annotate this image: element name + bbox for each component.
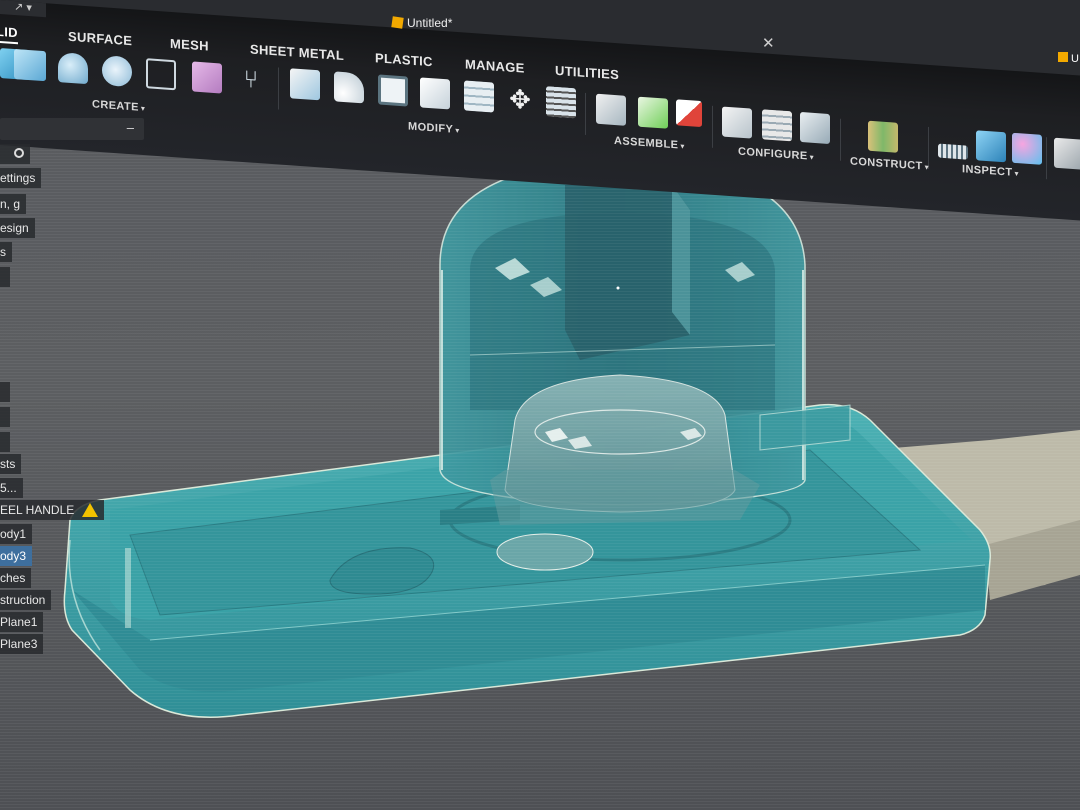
browser-item-views[interactable]: s (0, 242, 12, 262)
pattern-icon[interactable]: ⑂ (236, 65, 266, 97)
group-modify[interactable]: MODIFY ▾ (408, 121, 460, 137)
configuration-table-icon[interactable] (762, 109, 792, 142)
browser-item-collapsed[interactable] (0, 267, 10, 287)
revolve-icon[interactable] (58, 52, 88, 85)
radio-icon (14, 148, 24, 158)
browser-item-plane1[interactable]: Plane1 (0, 612, 44, 632)
tab-sheet-metal[interactable]: SHEET METAL (250, 41, 344, 63)
box-select-icon[interactable] (146, 58, 176, 91)
collapse-icon[interactable]: – (127, 120, 134, 135)
browser-item-component[interactable]: 5... (0, 478, 23, 498)
measure-icon[interactable] (938, 143, 968, 160)
move-icon[interactable]: ✥ (505, 83, 535, 116)
group-construct[interactable]: CONSTRUCT ▾ (850, 155, 929, 173)
fillet-icon[interactable] (334, 71, 364, 104)
configuration-rule-icon[interactable] (800, 111, 830, 145)
sphere-icon[interactable] (102, 55, 132, 88)
parameters-icon[interactable] (546, 86, 576, 119)
browser-item-sketches[interactable]: ches (0, 568, 32, 588)
browser-item-wheel-handle[interactable]: EEL HANDLE (0, 500, 105, 520)
browser-item-design[interactable]: esign (0, 218, 35, 238)
second-document-tab[interactable]: U (1058, 52, 1080, 70)
share-button[interactable]: ↗ ▾ (0, 0, 46, 18)
toolbar-divider (712, 105, 713, 148)
browser-item-body1[interactable]: ody1 (0, 524, 33, 544)
browser-panel: – ettings n, g esign s sts 5... EEL HAND… (0, 112, 150, 672)
browser-item-construction[interactable]: struction (0, 590, 52, 610)
configure-icon[interactable] (722, 106, 752, 139)
tab-plastic[interactable]: PLASTIC (375, 50, 433, 69)
new-component-icon[interactable] (14, 48, 46, 82)
offset-plane-icon[interactable] (868, 120, 898, 153)
toolbar-divider (585, 92, 586, 135)
group-inspect[interactable]: INSPECT ▾ (962, 163, 1019, 179)
browser-item-collapsed[interactable] (0, 407, 10, 427)
tab-manage[interactable]: MANAGE (465, 57, 525, 76)
tab-solid[interactable]: LID (0, 23, 18, 45)
document-tab[interactable]: Untitled* (391, 16, 452, 30)
browser-header: – (0, 118, 144, 140)
toolbar-divider (840, 118, 841, 161)
browser-item-collapsed[interactable] (0, 382, 10, 402)
tab-utilities[interactable]: UTILITIES (555, 63, 619, 82)
toolbar-divider (278, 67, 279, 110)
visibility-toggle[interactable] (0, 144, 30, 164)
combine-icon[interactable] (420, 77, 450, 110)
browser-item-settings[interactable]: ettings (0, 168, 42, 188)
new-component-assemble-icon[interactable] (596, 93, 626, 126)
browser-item-body3[interactable]: ody3 (0, 546, 33, 566)
group-configure[interactable]: CONFIGURE ▾ (738, 146, 814, 163)
press-pull-icon[interactable] (290, 68, 320, 101)
joint-icon[interactable] (638, 96, 668, 129)
document-icon (1058, 52, 1068, 62)
group-assemble[interactable]: ASSEMBLE ▾ (614, 135, 685, 152)
browser-item-plane3[interactable]: Plane3 (0, 634, 44, 654)
close-tab-icon[interactable]: ✕ (762, 34, 775, 52)
document-icon (391, 16, 404, 29)
insert-icon[interactable] (1054, 137, 1080, 170)
toolbar-divider (1046, 137, 1047, 180)
as-built-joint-icon[interactable] (676, 99, 702, 128)
browser-item-bodies[interactable]: sts (0, 454, 22, 474)
fusion-window: ↗ ▾ LID SURFACE MESH SHEET METAL PLASTIC… (0, 0, 1080, 810)
browser-item-collapsed[interactable] (0, 432, 10, 452)
tab-mesh[interactable]: MESH (170, 36, 209, 54)
form-icon[interactable] (192, 61, 222, 94)
interference-icon[interactable] (976, 130, 1006, 163)
shell-icon[interactable] (378, 74, 408, 107)
align-icon[interactable] (464, 80, 494, 113)
browser-item-units[interactable]: n, g (0, 194, 27, 214)
tab-surface[interactable]: SURFACE (68, 29, 132, 48)
warning-icon (82, 503, 99, 517)
zebra-analysis-icon[interactable] (1012, 132, 1042, 165)
